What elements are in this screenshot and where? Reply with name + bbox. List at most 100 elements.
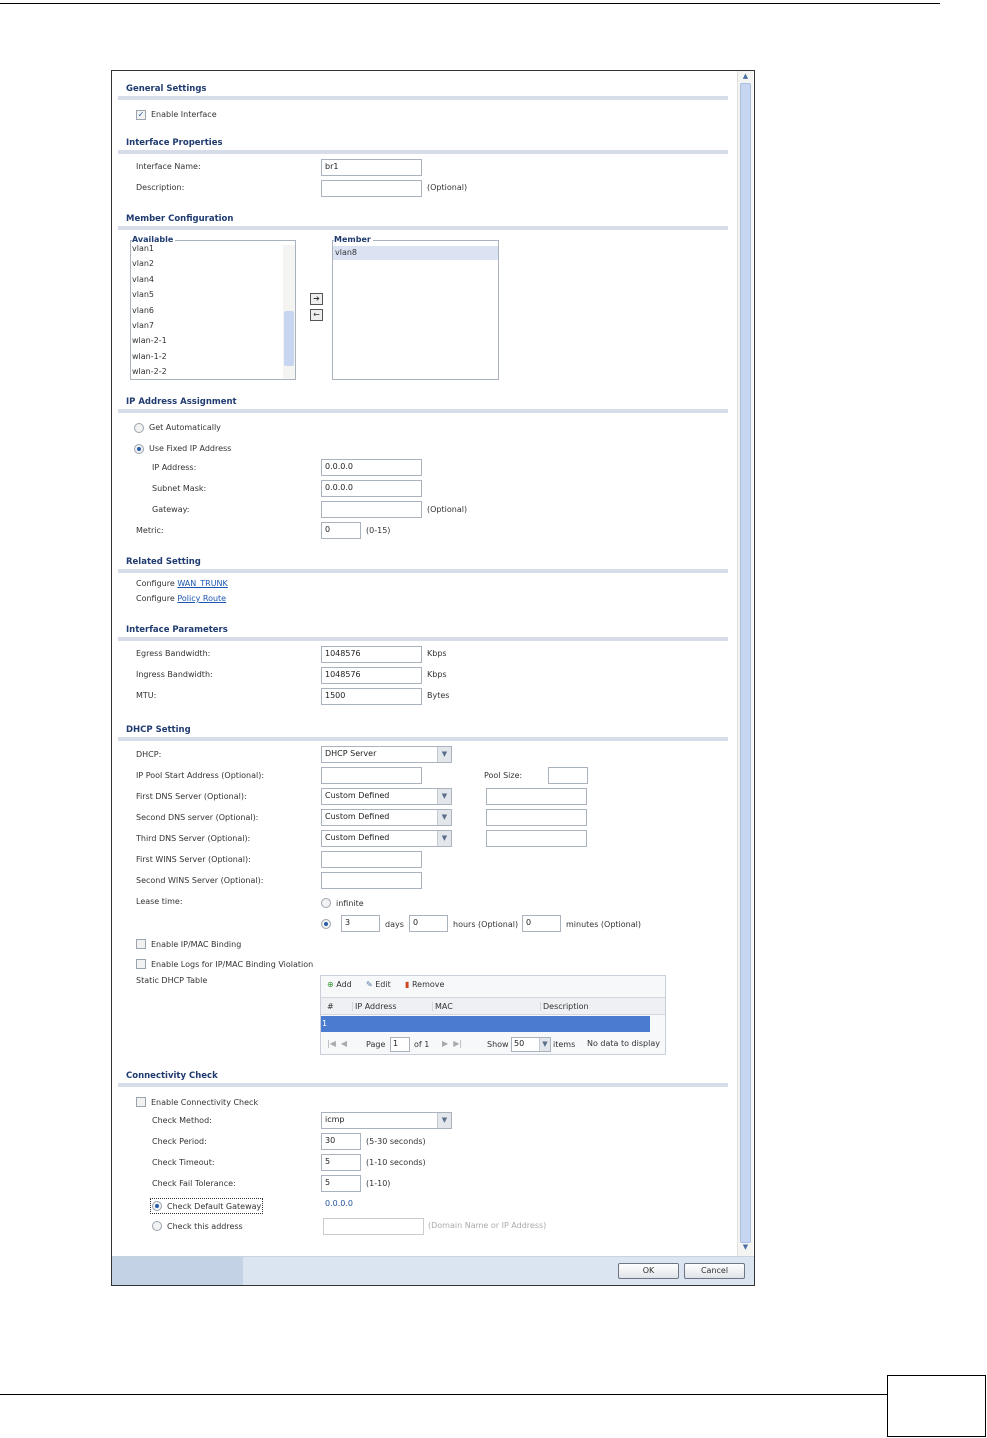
check-this-address-radio[interactable] xyxy=(152,1221,162,1231)
remove-button[interactable]: Remove xyxy=(412,980,444,989)
scroll-up-icon[interactable]: ▲ xyxy=(740,72,751,82)
available-item[interactable]: wlan-2-2 xyxy=(132,367,167,376)
minutes-unit: minutes (Optional) xyxy=(566,920,641,929)
show-label: Show xyxy=(487,1040,509,1049)
wins1-label: First WINS Server (Optional): xyxy=(136,855,251,864)
check-period-range: (5-30 seconds) xyxy=(366,1137,426,1146)
cancel-button[interactable]: Cancel xyxy=(684,1263,745,1279)
available-item[interactable]: vlan7 xyxy=(132,321,154,330)
check-timeout-input[interactable]: 5 xyxy=(321,1154,361,1171)
chevron-down-icon: ▼ xyxy=(437,747,451,762)
member-item[interactable]: vlan8 xyxy=(333,246,498,260)
chevron-down-icon: ▼ xyxy=(437,810,451,825)
subnet-mask-input[interactable]: 0.0.0.0 xyxy=(321,480,422,497)
lease-custom-radio[interactable] xyxy=(321,919,331,929)
scroll-thumb[interactable] xyxy=(284,311,294,366)
metric-input[interactable]: 0 xyxy=(321,522,361,539)
lease-days-input[interactable]: 3 xyxy=(341,915,380,932)
wins2-input[interactable] xyxy=(321,872,422,889)
pool-size-input[interactable] xyxy=(548,767,588,784)
scrollbar[interactable]: ▲ ▼ xyxy=(737,71,753,1256)
ok-button[interactable]: OK xyxy=(618,1263,679,1279)
enable-interface-checkbox[interactable]: ✓ xyxy=(136,110,146,120)
static-dhcp-label: Static DHCP Table xyxy=(136,976,208,985)
add-icon[interactable]: ⊕ xyxy=(327,980,334,989)
enable-connectivity-checkbox[interactable] xyxy=(136,1097,146,1107)
lease-infinite-radio[interactable] xyxy=(321,898,331,908)
items-label: items xyxy=(553,1040,576,1049)
check-address-input[interactable] xyxy=(323,1218,424,1235)
page-size-select[interactable]: 50 ▼ xyxy=(511,1037,551,1052)
available-item[interactable]: vlan6 xyxy=(132,306,154,315)
move-right-button[interactable]: ➔ xyxy=(310,293,323,305)
page-bottom-rule xyxy=(0,1394,887,1395)
edit-icon[interactable]: ✎ xyxy=(366,980,373,989)
ingress-input[interactable]: 1048576 xyxy=(321,667,422,684)
default-gateway-value: 0.0.0.0 xyxy=(325,1199,353,1208)
check-period-input[interactable]: 30 xyxy=(321,1133,361,1150)
available-item[interactable]: wlan-2-1 xyxy=(132,336,167,345)
edit-button[interactable]: Edit xyxy=(375,980,391,989)
optional-hint: (Optional) xyxy=(427,505,468,514)
description-input[interactable] xyxy=(321,180,422,197)
remove-icon[interactable]: ▮ xyxy=(405,980,409,989)
pager-next-icon[interactable]: ▶ ▶| xyxy=(442,1039,462,1048)
gateway-input[interactable] xyxy=(321,501,422,518)
column-header-mac[interactable]: MAC xyxy=(432,1002,453,1011)
section-interface-properties: Interface Properties xyxy=(126,138,223,148)
member-list[interactable] xyxy=(332,240,499,380)
column-header-description[interactable]: Description xyxy=(540,1002,589,1011)
page-top-rule xyxy=(0,3,940,4)
available-item[interactable]: vlan1 xyxy=(132,244,154,253)
wan-trunk-link[interactable]: WAN_TRUNK xyxy=(177,579,227,588)
dns1-input[interactable] xyxy=(486,788,587,805)
available-item[interactable]: vlan2 xyxy=(132,259,154,268)
check-method-select[interactable]: icmp ▼ xyxy=(321,1112,452,1129)
chevron-down-icon: ▼ xyxy=(437,789,451,804)
check-fail-input[interactable]: 5 xyxy=(321,1175,361,1192)
available-item[interactable]: vlan5 xyxy=(132,290,154,299)
page-total: of 1 xyxy=(414,1040,430,1049)
use-fixed-ip-radio[interactable] xyxy=(134,444,144,454)
dns2-select[interactable]: Custom Defined ▼ xyxy=(321,809,452,826)
table-row[interactable]: 1 xyxy=(321,1016,650,1032)
mtu-input[interactable]: 1500 xyxy=(321,688,422,705)
wins1-input[interactable] xyxy=(321,851,422,868)
ipmac-logs-checkbox[interactable] xyxy=(136,959,146,969)
pool-start-input[interactable] xyxy=(321,767,422,784)
column-header-number[interactable]: # xyxy=(327,1002,334,1011)
ip-address-input[interactable]: 0.0.0.0 xyxy=(321,459,422,476)
ipmac-binding-label: Enable IP/MAC Binding xyxy=(151,940,242,949)
egress-input[interactable]: 1048576 xyxy=(321,646,422,663)
interface-name-input[interactable]: br1 xyxy=(321,159,422,176)
get-automatically-radio[interactable] xyxy=(134,423,144,433)
page-input[interactable]: 1 xyxy=(390,1037,410,1052)
scroll-down-icon[interactable]: ▼ xyxy=(740,1243,751,1253)
bytes-unit: Bytes xyxy=(427,691,450,700)
dns2-input[interactable] xyxy=(486,809,587,826)
dns1-select[interactable]: Custom Defined ▼ xyxy=(321,788,452,805)
scroll-thumb[interactable] xyxy=(740,83,751,1243)
divider xyxy=(118,737,728,741)
available-scrollbar[interactable] xyxy=(283,245,295,379)
available-item[interactable]: wlan-1-2 xyxy=(132,352,167,361)
dns3-input[interactable] xyxy=(486,830,587,847)
add-button[interactable]: Add xyxy=(336,980,352,989)
column-header-ip[interactable]: IP Address xyxy=(352,1002,397,1011)
ipmac-binding-checkbox[interactable] xyxy=(136,939,146,949)
dhcp-select[interactable]: DHCP Server ▼ xyxy=(321,746,452,763)
available-item[interactable]: vlan4 xyxy=(132,275,154,284)
days-unit: days xyxy=(385,920,404,929)
dns3-select[interactable]: Custom Defined ▼ xyxy=(321,830,452,847)
lease-hours-input[interactable]: 0 xyxy=(409,915,448,932)
ingress-label: Ingress Bandwidth: xyxy=(136,670,213,679)
check-default-gateway-label: Check Default Gateway xyxy=(167,1202,262,1211)
page-number-box xyxy=(887,1375,986,1437)
move-left-button[interactable]: ← xyxy=(310,309,323,321)
check-default-gateway-radio[interactable] xyxy=(152,1201,162,1211)
lease-minutes-input[interactable]: 0 xyxy=(522,915,561,932)
enable-connectivity-label: Enable Connectivity Check xyxy=(151,1098,259,1107)
policy-route-link[interactable]: Policy Route xyxy=(177,594,226,603)
check-timeout-range: (1-10 seconds) xyxy=(366,1158,426,1167)
pager-first-icon[interactable]: |◀ ◀ xyxy=(327,1039,347,1048)
